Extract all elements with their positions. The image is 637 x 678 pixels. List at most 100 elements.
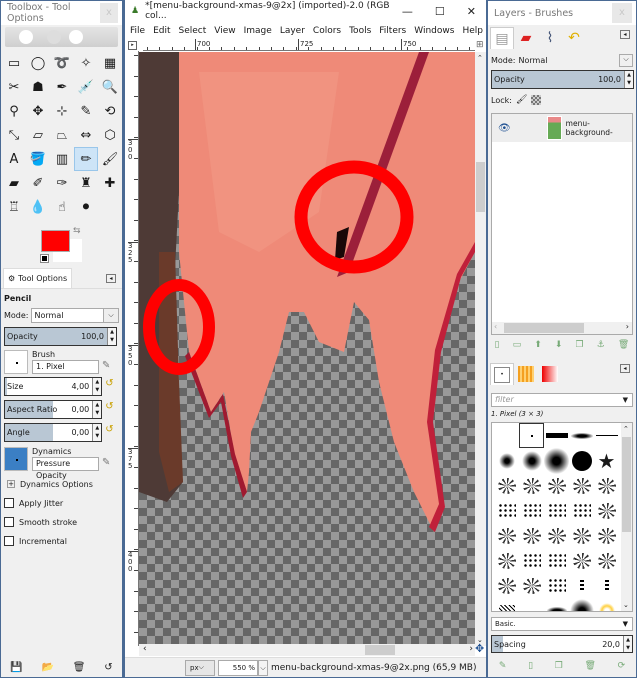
size-slider[interactable]: Size 4,00 ▲ ▼ — [4, 377, 103, 396]
channels-tab[interactable]: ▰ — [514, 27, 538, 49]
shear-tool-button[interactable]: ▱ — [26, 123, 50, 147]
menu-help[interactable]: Help — [462, 26, 483, 36]
crop-tool-button[interactable]: ✎ — [74, 99, 98, 123]
scroll-left-icon[interactable]: ‹ — [494, 322, 497, 331]
raise-layer-icon[interactable]: ⬆ — [534, 340, 542, 350]
vertical-scrollbar[interactable]: ⌃ ⌄ — [475, 52, 486, 646]
brush-set-select[interactable]: Basic. ▼ — [491, 617, 633, 631]
reset-aspect-ratio-icon[interactable]: ↺ — [105, 401, 119, 415]
brush-filter-input[interactable]: filter ▼ — [491, 393, 633, 407]
duplicate-layer-icon[interactable]: ❐ — [576, 340, 584, 350]
angle-spin-arrows[interactable]: ▲ ▼ — [92, 423, 102, 441]
brush-item[interactable] — [594, 473, 619, 498]
scroll-right-icon[interactable]: › — [469, 644, 473, 654]
brush-item[interactable] — [494, 548, 519, 573]
patterns-tab[interactable] — [514, 363, 538, 385]
checkbox-apply-jitter[interactable]: Apply Jitter — [4, 494, 119, 512]
brush-item[interactable] — [494, 598, 519, 611]
tab-tool-options[interactable]: ⚙ Tool Options — [3, 268, 73, 288]
brush-item[interactable] — [569, 473, 594, 498]
menu-select[interactable]: Select — [179, 26, 207, 36]
minimize-button[interactable]: — — [402, 5, 413, 18]
flip-tool-button[interactable]: ⇔ — [74, 123, 98, 147]
layer-opacity-spin-arrows[interactable]: ▲ ▼ — [624, 71, 633, 88]
brush-item[interactable] — [569, 573, 594, 598]
image-canvas[interactable] — [139, 52, 475, 646]
paintbrush-tool-button[interactable]: 🖌 — [98, 147, 122, 171]
menu-image[interactable]: Image — [244, 26, 272, 36]
new-brush-icon[interactable]: ▯ — [528, 661, 533, 671]
brush-grid-scrollbar[interactable]: ⌃ ⌄ — [621, 423, 632, 611]
layers-scroll-thumb[interactable] — [504, 323, 584, 333]
menu-edit[interactable]: Edit — [153, 26, 170, 36]
layers-horizontal-scrollbar[interactable]: ‹ › — [492, 322, 632, 334]
brush-item[interactable] — [494, 473, 519, 498]
gradients-tab[interactable] — [538, 363, 562, 385]
reset-options-icon[interactable]: ↺ — [104, 662, 112, 673]
lock-alpha-icon[interactable] — [531, 95, 542, 105]
new-layer-group-icon[interactable]: ▭ — [513, 340, 522, 350]
brush-item[interactable] — [494, 423, 519, 448]
brush-item[interactable] — [569, 448, 594, 473]
checkbox-box[interactable] — [4, 498, 14, 508]
brush-field[interactable]: 1. Pixel — [32, 360, 99, 374]
heal-tool-button[interactable]: ✚ — [98, 171, 122, 195]
brush-item[interactable]: ★ — [594, 448, 619, 473]
brush-item[interactable] — [519, 548, 544, 573]
brush-item[interactable] — [569, 548, 594, 573]
reset-size-icon[interactable]: ↺ — [105, 378, 119, 392]
edit-brush-icon[interactable]: ✎ — [499, 661, 507, 671]
clone-tool-button[interactable]: ♜ — [74, 171, 98, 195]
brush-item[interactable] — [594, 548, 619, 573]
checkbox-box[interactable] — [4, 536, 14, 546]
toolbox-close-button[interactable]: x — [99, 3, 118, 23]
brush-item[interactable] — [519, 473, 544, 498]
foreground-color-swatch[interactable] — [41, 230, 70, 252]
layer-row[interactable]: 👁 menu-background- — [492, 114, 632, 142]
brush-item[interactable] — [544, 423, 569, 448]
brush-scroll-thumb[interactable] — [622, 437, 631, 532]
brush-item[interactable] — [569, 423, 594, 448]
paths-tab[interactable]: ⌇ — [538, 27, 562, 49]
text-tool-button[interactable]: A — [2, 147, 26, 171]
spacing-slider[interactable]: Spacing 20,0 ▲ ▼ — [491, 635, 633, 653]
visibility-eye-icon[interactable]: 👁 — [498, 123, 517, 134]
delete-options-icon[interactable]: 🗑 — [73, 662, 86, 673]
scroll-down-icon[interactable]: ⌄ — [623, 601, 629, 609]
undo-history-tab[interactable]: ↶ — [562, 27, 586, 49]
perspective-clone-tool-button[interactable]: ♖ — [2, 195, 26, 219]
brush-item[interactable] — [494, 573, 519, 598]
zoom-field[interactable]: 550 % — [218, 659, 258, 676]
dock-close-button[interactable]: x — [612, 3, 632, 23]
ink-tool-button[interactable]: ✑ — [50, 171, 74, 195]
color-picker-tool-button[interactable]: 💉 — [74, 75, 98, 99]
brush-tab-menu-icon[interactable]: ◂ — [620, 364, 630, 373]
horizontal-scrollbar[interactable]: ‹ › — [139, 644, 475, 656]
brush-item[interactable] — [569, 523, 594, 548]
quick-mask-menu-icon[interactable]: ▸ — [128, 41, 137, 50]
navigate-image-icon[interactable]: ✥ — [475, 642, 484, 655]
refresh-brushes-icon[interactable]: ⟳ — [618, 661, 626, 671]
edit-brush-icon[interactable]: ✎ — [102, 360, 116, 374]
brush-item[interactable] — [519, 573, 544, 598]
default-colors-icon[interactable] — [40, 254, 49, 263]
zoom-dropdown[interactable]: ⌵ — [258, 659, 268, 676]
layer-mode-value[interactable]: Normal — [519, 56, 548, 65]
restore-options-icon[interactable]: 📂 — [42, 662, 54, 673]
blend-tool-button[interactable]: ▥ — [50, 147, 74, 171]
delete-brush-icon[interactable]: 🗑 — [584, 661, 595, 671]
scroll-up-icon[interactable]: ⌃ — [477, 54, 483, 62]
paths-tool-button[interactable]: ✒ — [50, 75, 74, 99]
opacity-slider[interactable]: Opacity 100,0 ▲ ▼ — [4, 327, 117, 346]
free-select-tool-button[interactable]: ➰ — [50, 51, 74, 75]
unit-select[interactable]: px ⌵ — [185, 659, 215, 676]
menu-layer[interactable]: Layer — [280, 26, 305, 36]
brush-item[interactable] — [569, 498, 594, 523]
menu-tools[interactable]: Tools — [349, 26, 371, 36]
brush-item[interactable] — [519, 448, 544, 473]
menu-view[interactable]: View — [214, 26, 235, 36]
menu-filters[interactable]: Filters — [379, 26, 406, 36]
duplicate-brush-icon[interactable]: ❐ — [555, 661, 563, 671]
ellipse-select-tool-button[interactable]: ◯ — [26, 51, 50, 75]
tab-menu-icon[interactable]: ◂ — [106, 274, 116, 283]
